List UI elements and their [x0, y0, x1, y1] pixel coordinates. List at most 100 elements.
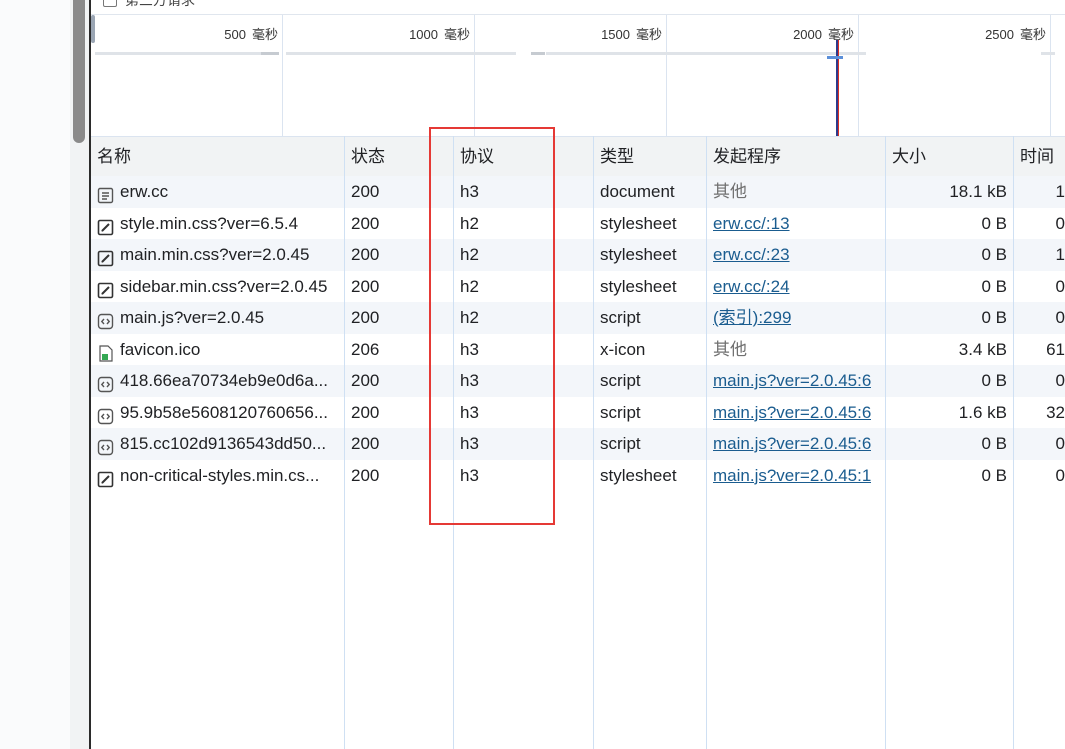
time-cell: 32	[1046, 402, 1065, 422]
tick-label-2000: 2000 毫秒	[793, 27, 854, 42]
time-cell: 0	[1055, 308, 1065, 327]
column-divider[interactable]	[344, 136, 345, 749]
initiator-link[interactable]: main.js?ver=2.0.45:6	[713, 428, 871, 459]
stylesheet-icon	[97, 215, 114, 235]
initiator-link[interactable]: erw.cc/:24	[713, 271, 790, 302]
overview-bar	[286, 52, 516, 55]
status-cell: 200	[351, 182, 380, 201]
request-name-cell[interactable]: 815.cc102d9136543dd50...	[97, 428, 341, 459]
request-name-cell[interactable]: favicon.ico	[97, 334, 341, 365]
initiator-link[interactable]: erw.cc/:23	[713, 239, 790, 270]
tick-label-2500: 2500 毫秒	[985, 27, 1046, 42]
column-divider[interactable]	[593, 136, 594, 749]
column-header-type[interactable]: 类型	[600, 137, 634, 176]
initiator-link[interactable]: main.js?ver=2.0.45:6	[713, 365, 871, 396]
tick-label-500: 500 毫秒	[224, 27, 278, 42]
request-name: 95.9b58e5608120760656...	[120, 402, 328, 422]
initiator-link[interactable]: erw.cc/:13	[713, 208, 790, 239]
request-name-cell[interactable]: 418.66ea70734eb9e0d6a...	[97, 365, 341, 396]
column-divider[interactable]	[1013, 136, 1014, 749]
time-cell: 1	[1055, 182, 1065, 201]
network-overview[interactable]: 第三方请求 500 毫秒 1000 毫秒 1500 毫秒 2000 毫秒 2500 毫秒	[91, 0, 1065, 136]
time-cell: 0	[1055, 371, 1065, 390]
table-row[interactable]: main.min.css?ver=2.0.45 200 h2 stylesheet er…	[91, 239, 1065, 271]
table-row[interactable]: main.js?ver=2.0.45 200 h2 script (索引):299 0 B…	[91, 302, 1065, 334]
table-row[interactable]: 418.66ea70734eb9e0d6a... 200 h3 script main.…	[91, 365, 1065, 397]
table-row[interactable]: erw.cc 200 h3 document 其他 18.1 kB 1	[91, 176, 1065, 208]
column-header-size[interactable]: 大小	[892, 137, 926, 176]
type-cell: script	[600, 402, 641, 422]
table-row[interactable]: 815.cc102d9136543dd50... 200 h3 script main.…	[91, 428, 1065, 460]
type-cell: stylesheet	[600, 276, 677, 296]
request-name-cell[interactable]: 95.9b58e5608120760656...	[97, 397, 341, 428]
column-header-time[interactable]: 时间	[1020, 137, 1054, 176]
load-event-marker	[838, 40, 839, 136]
type-cell: script	[600, 371, 641, 390]
request-name: non-critical-styles.min.cs...	[120, 465, 320, 485]
status-cell: 200	[351, 371, 380, 390]
request-name-cell[interactable]: main.min.css?ver=2.0.45	[97, 239, 341, 270]
checkbox-icon[interactable]	[103, 0, 117, 7]
type-cell: stylesheet	[600, 245, 677, 264]
table-row[interactable]: 95.9b58e5608120760656... 200 h3 script main.…	[91, 397, 1065, 429]
script-icon	[97, 404, 114, 424]
status-cell: 200	[351, 245, 380, 264]
overview-divider	[91, 14, 1065, 15]
timeline-cursor	[827, 56, 843, 59]
column-header-status[interactable]: 状态	[351, 137, 385, 176]
script-icon	[97, 309, 114, 330]
stylesheet-icon	[97, 278, 114, 298]
stylesheet-icon	[97, 246, 114, 267]
time-cell: 0	[1055, 465, 1065, 485]
initiator-link[interactable]: main.js?ver=2.0.45:6	[713, 397, 871, 428]
size-cell: 3.4 kB	[958, 339, 1007, 359]
type-cell: stylesheet	[600, 213, 677, 233]
overview-left-handle[interactable]	[91, 15, 95, 43]
status-cell: 200	[351, 465, 380, 485]
tick-label-1000: 1000 毫秒	[409, 27, 470, 42]
tick-line	[666, 15, 667, 136]
script-icon	[97, 372, 114, 393]
vertical-scrollbar[interactable]	[73, 0, 85, 143]
request-name-cell[interactable]: non-critical-styles.min.cs...	[97, 460, 341, 491]
status-cell: 200	[351, 402, 380, 422]
size-cell: 0 B	[981, 371, 1007, 390]
request-name-cell[interactable]: sidebar.min.css?ver=2.0.45	[97, 271, 341, 302]
stylesheet-icon	[97, 467, 114, 487]
table-header: 名称 状态 协议 类型 发起程序 大小 时间	[91, 136, 1065, 177]
table-row[interactable]: non-critical-styles.min.cs... 200 h3 styles…	[91, 460, 1065, 492]
size-cell: 0 B	[981, 213, 1007, 233]
page-background	[0, 0, 70, 749]
request-name-cell[interactable]: style.min.css?ver=6.5.4	[97, 208, 341, 239]
status-cell: 200	[351, 276, 380, 296]
tick-label-1500: 1500 毫秒	[601, 27, 662, 42]
status-cell: 200	[351, 308, 380, 327]
column-header-initiator[interactable]: 发起程序	[713, 137, 781, 176]
table-row[interactable]: favicon.ico 206 h3 x-icon 其他 3.4 kB 61	[91, 334, 1065, 366]
type-cell: x-icon	[600, 339, 646, 359]
third-party-label: 第三方请求	[125, 0, 195, 8]
initiator-link[interactable]: main.js?ver=2.0.45:1	[713, 460, 871, 491]
request-name-cell[interactable]: erw.cc	[97, 176, 341, 207]
image-icon	[97, 341, 114, 362]
time-cell: 61	[1046, 339, 1065, 359]
request-name: style.min.css?ver=6.5.4	[120, 213, 299, 233]
time-cell: 0	[1055, 213, 1065, 233]
size-cell: 0 B	[981, 245, 1007, 264]
third-party-filter[interactable]: 第三方请求	[103, 0, 195, 10]
script-icon	[97, 435, 114, 456]
table-row[interactable]: style.min.css?ver=6.5.4 200 h2 stylesheet er…	[91, 208, 1065, 240]
time-cell: 0	[1055, 434, 1065, 453]
size-cell: 1.6 kB	[958, 402, 1007, 422]
requests-table: 名称 状态 协议 类型 发起程序 大小 时间 erw.cc 200 h3 docume…	[91, 136, 1065, 749]
type-cell: stylesheet	[600, 465, 677, 485]
size-cell: 18.1 kB	[949, 182, 1007, 201]
request-name-cell[interactable]: main.js?ver=2.0.45	[97, 302, 341, 333]
tick-line	[858, 15, 859, 136]
column-divider[interactable]	[885, 136, 886, 749]
size-cell: 0 B	[981, 465, 1007, 485]
column-divider[interactable]	[706, 136, 707, 749]
table-row[interactable]: sidebar.min.css?ver=2.0.45 200 h2 styleshee…	[91, 271, 1065, 303]
initiator-link[interactable]: (索引):299	[713, 302, 791, 333]
column-header-name[interactable]: 名称	[97, 137, 131, 176]
